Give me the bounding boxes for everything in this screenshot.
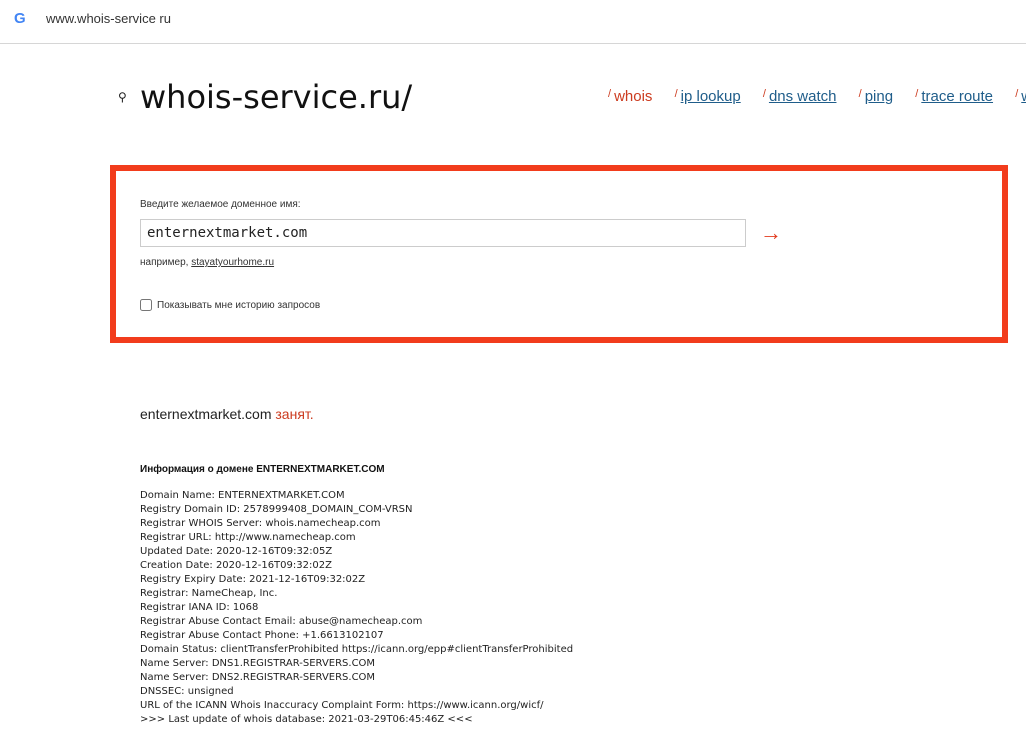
- nav-trace-route[interactable]: / trace route: [915, 88, 993, 105]
- whois-line: Name Server: DNS1.REGISTRAR-SERVERS.COM: [140, 658, 376, 669]
- nav-whois[interactable]: / whois: [608, 88, 652, 105]
- history-checkbox[interactable]: [140, 299, 152, 311]
- history-label: Показывать мне историю запросов: [157, 299, 321, 311]
- nav-ip-lookup[interactable]: / ip lookup: [675, 88, 741, 105]
- whois-line: Registry Domain ID: 2578999408_DOMAIN_CO…: [140, 504, 413, 515]
- whois-line: Domain Name: ENTERNEXTMARKET.COM: [140, 490, 345, 501]
- whois-line: DNSSEC: unsigned: [140, 686, 234, 697]
- whois-line: Registrar Abuse Contact Phone: +1.661310…: [140, 630, 384, 641]
- lookup-result: enternextmarket.com занят.: [140, 406, 314, 422]
- example-link[interactable]: stayatyourhome.ru: [191, 257, 274, 268]
- whois-record: Domain Name: ENTERNEXTMARKET.COM Registr…: [140, 489, 573, 727]
- nav-dns-watch[interactable]: / dns watch: [763, 88, 837, 105]
- nav-ping[interactable]: / ping: [859, 88, 893, 105]
- browser-address-bar[interactable]: G www.whois-service ru: [0, 0, 1026, 44]
- whois-line: Registrar IANA ID: 1068: [140, 602, 259, 613]
- whois-line: Domain Status: clientTransferProhibited …: [140, 644, 574, 655]
- whois-line: Name Server: DNS2.REGISTRAR-SERVERS.COM: [140, 672, 376, 683]
- whois-line: >>> Last update of whois database: 2021-…: [140, 714, 473, 725]
- whois-line: Registrar: NameCheap, Inc.: [140, 588, 278, 599]
- whois-line: Registrar URL: http://www.namecheap.com: [140, 532, 356, 543]
- key-icon: ⚲: [118, 90, 127, 104]
- result-status: занят.: [275, 406, 314, 422]
- whois-line: Registry Expiry Date: 2021-12-16T09:32:0…: [140, 574, 366, 585]
- url-text[interactable]: www.whois-service ru: [46, 11, 171, 26]
- whois-line: Registrar Abuse Contact Email: abuse@nam…: [140, 616, 423, 627]
- domain-info-title: Информация о домене ENTERNEXTMARKET.COM: [140, 464, 385, 475]
- site-logo[interactable]: whois-service.ru/: [140, 78, 412, 116]
- nav-wh-truncated[interactable]: /wh: [1015, 88, 1026, 105]
- domain-field-label: Введите желаемое доменное имя:: [140, 199, 301, 210]
- main-nav: / whois / ip lookup / dns watch / ping / trac…: [608, 88, 1026, 105]
- submit-arrow-icon[interactable]: →: [760, 222, 782, 244]
- history-option[interactable]: Показывать мне историю запросов: [140, 299, 320, 311]
- whois-line: Creation Date: 2020-12-16T09:32:02Z: [140, 560, 332, 571]
- google-g-icon: G: [14, 10, 26, 27]
- whois-line: Registrar WHOIS Server: whois.namecheap.…: [140, 518, 381, 529]
- whois-line: Updated Date: 2020-12-16T09:32:05Z: [140, 546, 333, 557]
- domain-search-box: Введите желаемое доменное имя: → наприме…: [110, 165, 1008, 343]
- domain-input[interactable]: [140, 219, 746, 247]
- whois-line: URL of the ICANN Whois Inaccuracy Compla…: [140, 700, 544, 711]
- result-domain: enternextmarket.com: [140, 406, 272, 422]
- example-hint: например, stayatyourhome.ru: [140, 257, 275, 268]
